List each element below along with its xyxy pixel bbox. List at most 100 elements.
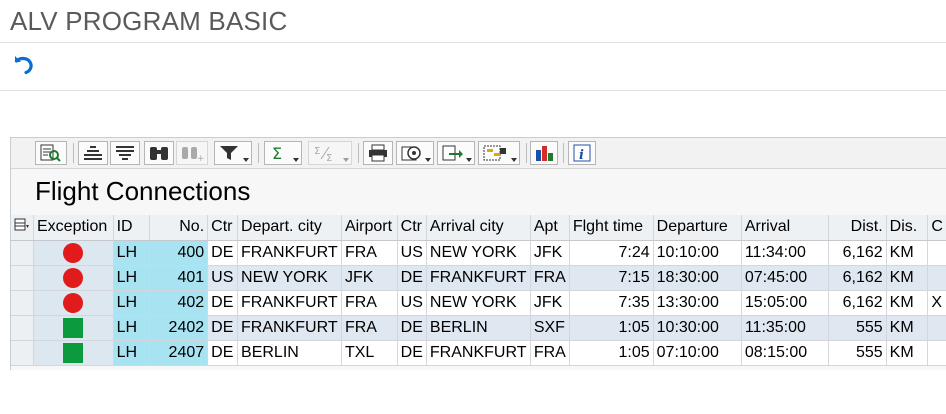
table-row[interactable]: LH 2402 DE FRANKFURT FRA DE BERLIN SXF 1:05 10:30… — [11, 315, 946, 341]
cell-apt-to: FRA — [530, 265, 570, 291]
find-next-button[interactable]: + — [176, 141, 208, 165]
column-header-ctr-to[interactable]: Ctr — [397, 215, 427, 241]
find-next-icon: + — [182, 147, 204, 162]
svg-text:i: i — [579, 148, 584, 162]
column-header-id[interactable]: ID — [113, 215, 150, 241]
dropdown-arrow-icon — [293, 158, 299, 162]
total-button[interactable]: Σ — [264, 141, 302, 165]
cell-flight-time: 7:35 — [569, 290, 654, 316]
cell-arrival-city: BERLIN — [426, 315, 531, 341]
cell-depart-city: FRANKFURT — [237, 240, 342, 266]
column-header-ctr-from[interactable]: Ctr — [207, 215, 239, 241]
red-light-icon — [63, 292, 84, 313]
cell-dis-unit: KM — [886, 265, 929, 291]
cell-apt-to: JFK — [530, 290, 570, 316]
filter-button[interactable] — [214, 141, 252, 165]
information-button[interactable]: i — [568, 141, 596, 165]
cell-arrival-city: FRANKFURT — [426, 340, 531, 366]
cell-dist: 6,162 — [828, 240, 887, 266]
cell-dist: 6,162 — [828, 290, 887, 316]
cell-id: LH — [113, 290, 150, 316]
cell-airport-from: TXL — [341, 340, 398, 366]
row-selector[interactable] — [11, 340, 34, 366]
layout-button[interactable] — [478, 141, 520, 165]
cell-extra — [927, 315, 946, 341]
cell-id: LH — [113, 240, 150, 266]
column-header-arrival-city[interactable]: Arrival city — [426, 215, 531, 241]
cell-extra: X — [927, 290, 946, 316]
cell-dist: 555 — [828, 315, 887, 341]
dropdown-arrow-icon — [466, 158, 472, 162]
views-button[interactable] — [396, 141, 434, 165]
svg-text:Σ: Σ — [326, 153, 332, 162]
cell-arrival-city: NEW YORK — [426, 290, 531, 316]
cell-depart-city: BERLIN — [237, 340, 342, 366]
column-header-extra[interactable]: C — [927, 215, 946, 241]
svg-text:Σ: Σ — [314, 146, 320, 157]
table-row[interactable]: LH 2407 DE BERLIN TXL DE FRANKFURT FRA 1:05 07:10… — [11, 340, 946, 366]
row-selector[interactable] — [11, 315, 34, 341]
table-row[interactable]: LH 400 DE FRANKFURT FRA US NEW YORK JFK 7:24 10:1… — [11, 240, 946, 266]
cell-departure: 10:10:00 — [653, 240, 742, 266]
flight-connections-table: Exception ID No. Ctr Depart. city Airpor… — [11, 215, 946, 366]
column-header-dis-unit[interactable]: Dis. — [886, 215, 929, 241]
column-header-exception[interactable]: Exception — [33, 215, 114, 241]
export-button[interactable] — [437, 141, 475, 165]
column-header-apt[interactable]: Apt — [530, 215, 570, 241]
cell-no: 402 — [149, 290, 209, 316]
row-selector[interactable] — [11, 290, 34, 316]
cell-id: LH — [113, 315, 150, 341]
details-button[interactable] — [35, 141, 67, 165]
title-bar: ALV PROGRAM BASIC — [0, 0, 946, 43]
table-row[interactable]: LH 401 US NEW YORK JFK DE FRANKFURT FRA 7:15 18:3… — [11, 265, 946, 291]
column-header-depart-city[interactable]: Depart. city — [237, 215, 342, 241]
print-button[interactable] — [363, 141, 393, 165]
print-icon — [369, 144, 387, 162]
grid-title: Flight Connections — [35, 176, 251, 206]
exception-cell — [33, 340, 114, 366]
subtotal-button[interactable]: ΣΣ — [308, 141, 352, 165]
cell-departure: 10:30:00 — [653, 315, 742, 341]
sort-ascending-button[interactable] — [78, 141, 108, 165]
green-light-icon — [63, 317, 84, 338]
column-header-departure[interactable]: Departure — [653, 215, 742, 241]
column-header-dist[interactable]: Dist. — [828, 215, 887, 241]
undo-arrow-icon — [14, 56, 33, 75]
sort-descending-button[interactable] — [110, 141, 140, 165]
cell-arrival: 08:15:00 — [741, 340, 829, 366]
graphic-button[interactable] — [530, 141, 558, 165]
column-header-airport[interactable]: Airport — [341, 215, 398, 241]
toolbar-separator — [258, 143, 259, 163]
layout-menu-cell[interactable] — [11, 215, 34, 241]
application-toolbar — [0, 43, 946, 91]
exception-cell — [33, 240, 114, 266]
cell-arrival-city: NEW YORK — [426, 240, 531, 266]
cell-arrival: 11:35:00 — [741, 315, 829, 341]
cell-airport-from: FRA — [341, 290, 398, 316]
column-layout-icon — [14, 218, 29, 231]
cell-no: 2402 — [149, 315, 209, 341]
column-header-arrival[interactable]: Arrival — [741, 215, 829, 241]
cell-no: 401 — [149, 265, 209, 291]
cell-dist: 6,162 — [828, 265, 887, 291]
cell-flight-time: 7:15 — [569, 265, 654, 291]
cell-apt-to: JFK — [530, 240, 570, 266]
dropdown-arrow-icon — [511, 158, 517, 162]
row-selector[interactable] — [11, 240, 34, 266]
row-selector[interactable] — [11, 265, 34, 291]
back-button[interactable] — [10, 53, 36, 79]
red-light-icon — [63, 267, 84, 288]
column-header-flight-time[interactable]: Flght time — [569, 215, 654, 241]
filter-icon — [220, 146, 238, 160]
views-icon — [401, 146, 421, 161]
cell-airport-from: FRA — [341, 315, 398, 341]
cell-dis-unit: KM — [886, 290, 929, 316]
cell-ctr-from: DE — [207, 290, 239, 316]
cell-flight-time: 7:24 — [569, 240, 654, 266]
find-button[interactable] — [144, 141, 174, 165]
exception-cell — [33, 315, 114, 341]
table-row[interactable]: LH 402 DE FRANKFURT FRA US NEW YORK JFK 7:35 13:3… — [11, 290, 946, 316]
details-icon — [40, 144, 61, 162]
column-header-no[interactable]: No. — [149, 215, 209, 241]
cell-extra — [927, 340, 946, 366]
